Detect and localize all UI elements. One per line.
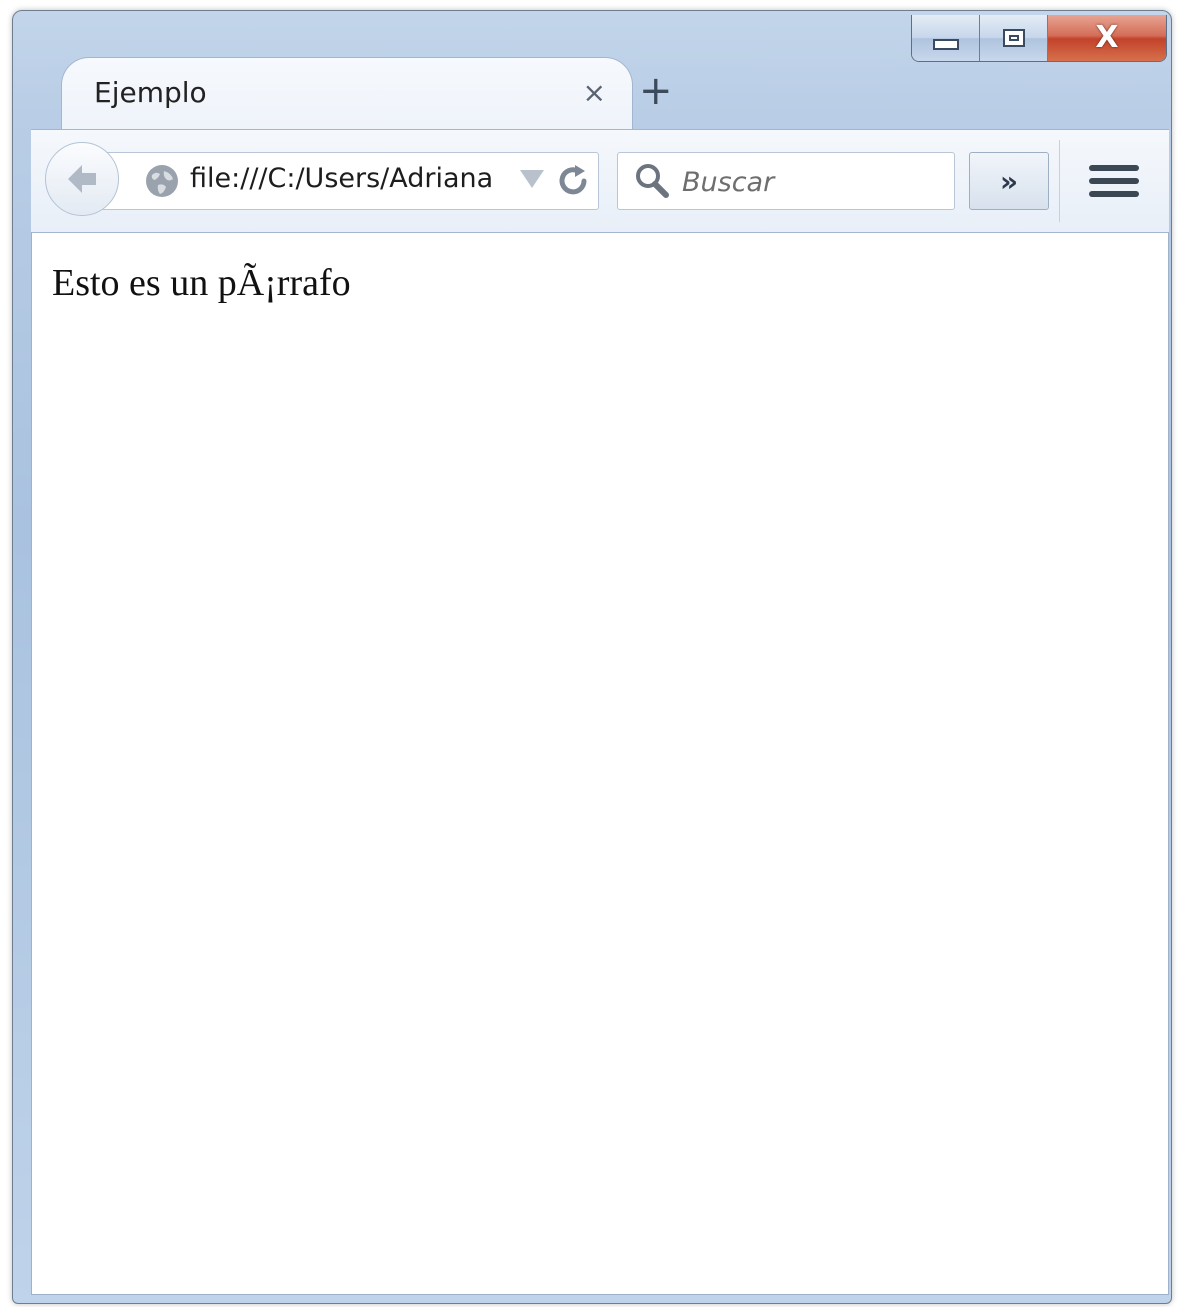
globe-icon	[146, 165, 178, 197]
maximize-button[interactable]	[980, 15, 1048, 61]
menu-button[interactable]	[1089, 154, 1139, 208]
caption-buttons: X	[911, 15, 1167, 62]
url-bar[interactable]: file:///C:/Users/Adriana	[91, 152, 599, 210]
minimize-icon	[932, 38, 959, 50]
url-dropdown-icon[interactable]	[520, 170, 544, 188]
close-window-button[interactable]: X	[1048, 15, 1166, 61]
search-icon	[636, 164, 669, 198]
toolbar-overflow-button[interactable]: »	[969, 152, 1049, 210]
hamburger-icon	[1089, 191, 1139, 197]
page-paragraph: Esto es un pÃ¡rrafo	[52, 262, 351, 304]
back-arrow-icon	[68, 165, 96, 193]
maximize-icon	[1002, 29, 1025, 47]
hamburger-icon	[1089, 178, 1139, 184]
reload-icon[interactable]	[556, 161, 592, 201]
search-input[interactable]	[680, 161, 944, 203]
url-text: file:///C:/Users/Adriana	[190, 163, 494, 194]
new-tab-button[interactable]: +	[639, 71, 673, 111]
search-bar[interactable]	[617, 152, 955, 210]
navigation-toolbar: file:///C:/Users/Adriana »	[31, 129, 1169, 233]
browser-window: X Ejemplo × + file:///C:/Users/Adriana B…	[12, 10, 1172, 1304]
page-content: Esto es un pÃ¡rrafo	[31, 233, 1169, 1295]
tab-title: Ejemplo	[94, 76, 207, 109]
toolbar-separator	[1059, 140, 1060, 222]
minimize-button[interactable]	[912, 15, 980, 61]
tab-ejemplo[interactable]: Ejemplo ×	[61, 57, 633, 136]
back-button[interactable]	[45, 142, 119, 216]
tab-close-icon[interactable]: ×	[583, 76, 606, 109]
hamburger-icon	[1089, 165, 1139, 171]
close-icon: X	[1095, 20, 1119, 55]
